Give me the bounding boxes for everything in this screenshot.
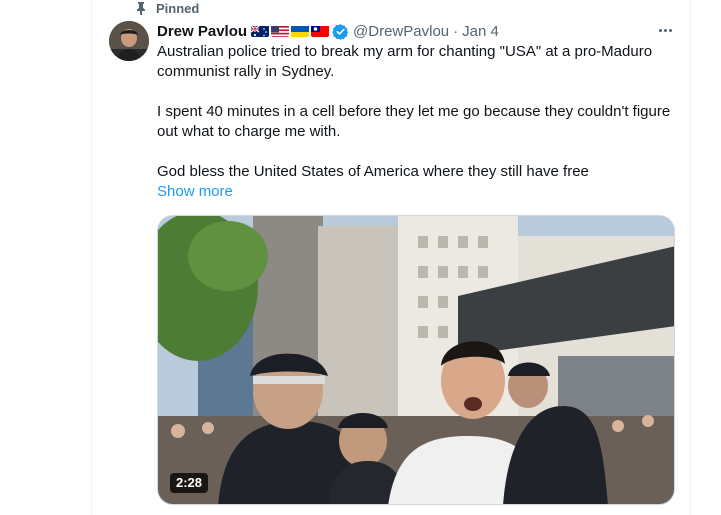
- flag-usa-icon: [271, 25, 290, 37]
- timeline-right-border: [690, 0, 691, 515]
- flag-australia-icon: [251, 25, 270, 37]
- pinned-indicator: Pinned: [134, 0, 199, 16]
- flag-emojis: [251, 25, 330, 37]
- video-thumbnail[interactable]: [157, 215, 675, 505]
- tweet-paragraph: God bless the United States of America w…: [157, 163, 589, 180]
- tweet-paragraph: I spent 40 minutes in a cell before they…: [157, 103, 671, 140]
- pinned-label: Pinned: [156, 0, 200, 16]
- video-duration-badge: 2:28: [170, 473, 209, 493]
- verified-badge-icon[interactable]: [332, 23, 349, 40]
- timeline-left-border: [91, 0, 92, 515]
- tweet-header: Drew Pavlou @DrewPavlou · Jan 4: [157, 21, 499, 41]
- tweet-paragraph: Australian police tried to break my arm …: [157, 43, 653, 80]
- flag-ukraine-icon: [291, 25, 310, 37]
- pin-icon: [134, 1, 148, 15]
- avatar[interactable]: [109, 21, 149, 61]
- show-more-link[interactable]: Show more: [157, 182, 233, 202]
- flag-taiwan-icon: [311, 25, 330, 37]
- tweet-date[interactable]: Jan 4: [462, 23, 499, 40]
- author-handle[interactable]: @DrewPavlou: [353, 23, 449, 40]
- more-options-icon[interactable]: [655, 22, 675, 38]
- author-display-name[interactable]: Drew Pavlou: [157, 23, 247, 40]
- tweet-text: Australian police tried to break my arm …: [157, 42, 687, 182]
- header-separator: ·: [453, 22, 459, 40]
